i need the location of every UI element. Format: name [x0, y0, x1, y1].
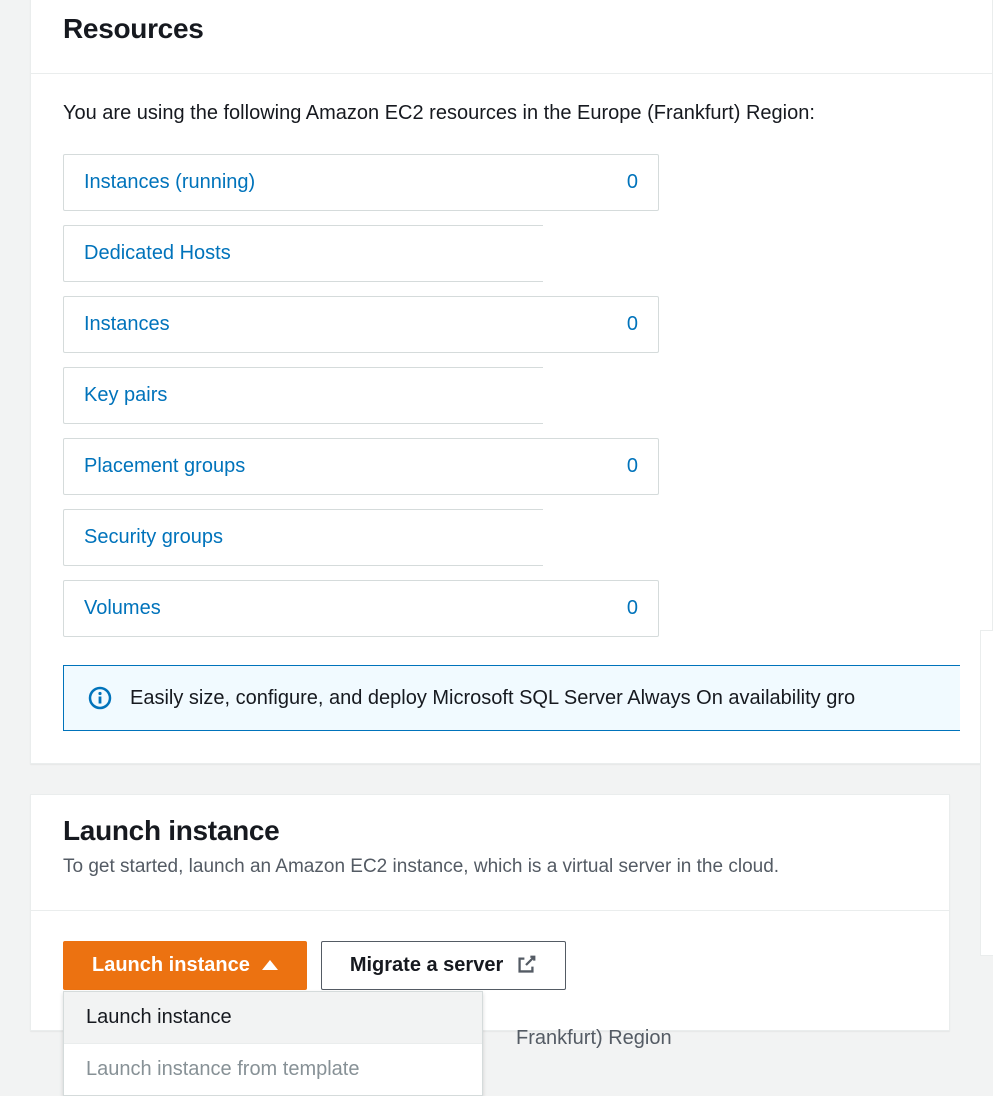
note-text: Frankfurt) Region: [516, 1027, 672, 1050]
resource-tile-instances-running[interactable]: Instances (running) 0: [63, 154, 659, 211]
resource-count: 0: [627, 313, 638, 336]
resources-body: You are using the following Amazon EC2 r…: [31, 73, 992, 763]
launch-body: Launch instance Migrate a server Launch …: [31, 910, 949, 1030]
launch-panel: Launch instance To get started, launch a…: [30, 794, 950, 1031]
button-label: Migrate a server: [350, 954, 503, 977]
launch-instance-dropdown: Launch instance Launch instance from tem…: [63, 991, 483, 1096]
resource-tile-dedicated-hosts[interactable]: Dedicated Hosts: [63, 225, 543, 282]
external-link-icon: [515, 954, 537, 976]
intro-text: You are using the following Amazon EC2 r…: [63, 98, 960, 128]
launch-header: Launch instance To get started, launch a…: [31, 795, 949, 910]
caret-up-icon: [262, 960, 278, 970]
resource-count: 0: [627, 455, 638, 478]
dropdown-item-launch-instance[interactable]: Launch instance: [64, 992, 482, 1044]
banner-text: Easily size, configure, and deploy Micro…: [130, 687, 855, 710]
resource-tile-security-groups[interactable]: Security groups: [63, 509, 543, 566]
resource-tile-volumes[interactable]: Volumes 0: [63, 580, 659, 637]
info-banner: Easily size, configure, and deploy Micro…: [63, 665, 960, 731]
page-title: Resources: [63, 13, 960, 45]
adjacent-panel-peek: [980, 630, 993, 956]
launch-title: Launch instance: [63, 815, 917, 847]
migrate-server-button[interactable]: Migrate a server: [321, 941, 566, 990]
resource-count: 0: [627, 171, 638, 194]
resources-header: Resources: [31, 0, 992, 73]
button-label: Launch instance: [92, 954, 250, 977]
dropdown-item-launch-from-template[interactable]: Launch instance from template: [64, 1044, 482, 1095]
resource-name: Instances (running): [84, 171, 255, 194]
resource-name: Key pairs: [84, 384, 167, 407]
resource-name: Dedicated Hosts: [84, 242, 231, 265]
resource-name: Instances: [84, 313, 170, 336]
launch-subtext: To get started, launch an Amazon EC2 ins…: [63, 853, 917, 882]
resource-tile-instances[interactable]: Instances 0: [63, 296, 659, 353]
info-icon: [88, 686, 112, 710]
resource-tile-key-pairs[interactable]: Key pairs: [63, 367, 543, 424]
resource-grid: Instances (running) 0 Dedicated Hosts In…: [63, 154, 960, 637]
resource-name: Volumes: [84, 597, 161, 620]
resource-name: Placement groups: [84, 455, 245, 478]
resource-tile-placement-groups[interactable]: Placement groups 0: [63, 438, 659, 495]
launch-instance-button[interactable]: Launch instance: [63, 941, 307, 990]
button-row: Launch instance Migrate a server: [63, 941, 917, 990]
resource-count: 0: [627, 597, 638, 620]
resources-panel: Resources You are using the following Am…: [30, 0, 993, 764]
resource-name: Security groups: [84, 526, 223, 549]
